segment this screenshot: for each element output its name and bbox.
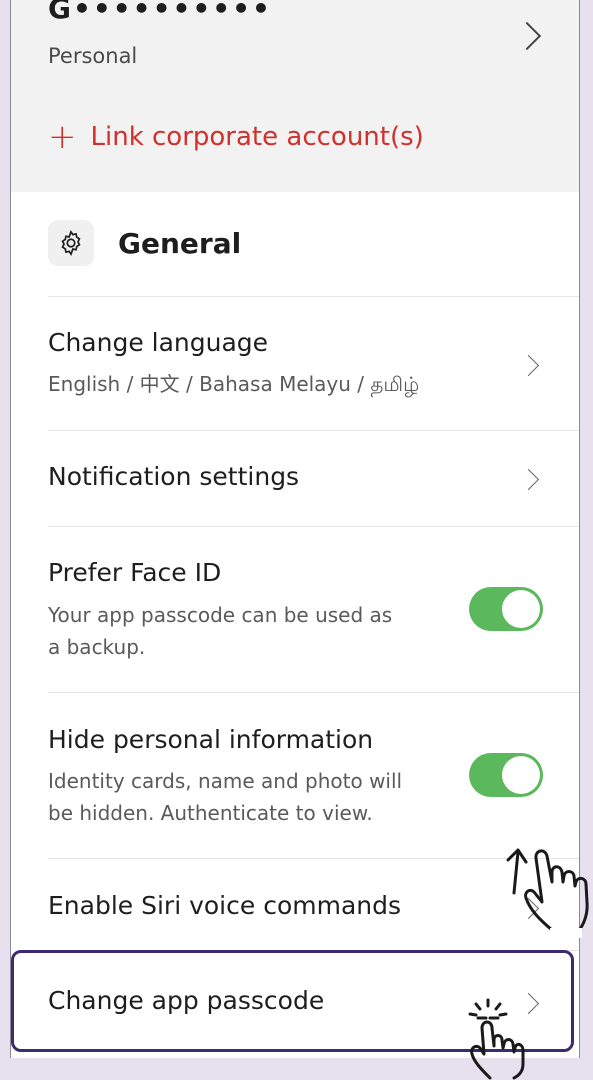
account-name: G•••••••••• [48, 0, 272, 25]
row-subtitle: English / 中文 / Bahasa Melayu / தமிழ் [48, 372, 420, 396]
hide-personal-info-toggle[interactable] [469, 753, 543, 797]
toggle-knob [502, 756, 540, 794]
divider [48, 430, 579, 431]
row-subtitle-line2: a backup. [48, 635, 146, 659]
row-subtitle-line1: Identity cards, name and photo will [48, 769, 403, 793]
tap-hand-icon [468, 998, 525, 1080]
row-subtitle-line1: Your app passcode can be used as [48, 603, 393, 627]
row-title: Change language [48, 328, 269, 357]
toggle-knob [502, 590, 540, 628]
gear-icon [48, 220, 94, 266]
scroll-hand-icon [506, 848, 589, 938]
chevron-right-icon [517, 468, 540, 491]
general-title: General [118, 226, 242, 260]
plus-icon: + [48, 117, 77, 157]
general-section-header: General [48, 220, 241, 266]
divider [48, 526, 579, 527]
row-title: Hide personal information [48, 725, 374, 754]
row-title: Enable Siri voice commands [48, 891, 402, 920]
prefer-face-id-toggle[interactable] [469, 587, 543, 631]
link-corporate-label: Link corporate account(s) [90, 122, 424, 152]
chevron-right-icon[interactable] [512, 21, 542, 51]
row-title: Notification settings [48, 462, 300, 491]
row-title: Prefer Face ID [48, 558, 222, 587]
chevron-right-icon [517, 354, 540, 377]
divider [48, 296, 579, 297]
link-corporate-account-button[interactable]: + Link corporate account(s) [48, 117, 424, 157]
divider [48, 692, 579, 693]
account-type: Personal [48, 44, 138, 68]
settings-screen: G•••••••••• Personal + Link corporate ac… [10, 0, 580, 1058]
account-section: G•••••••••• Personal + Link corporate ac… [11, 0, 579, 192]
row-subtitle-line2: be hidden. Authenticate to view. [48, 801, 373, 825]
